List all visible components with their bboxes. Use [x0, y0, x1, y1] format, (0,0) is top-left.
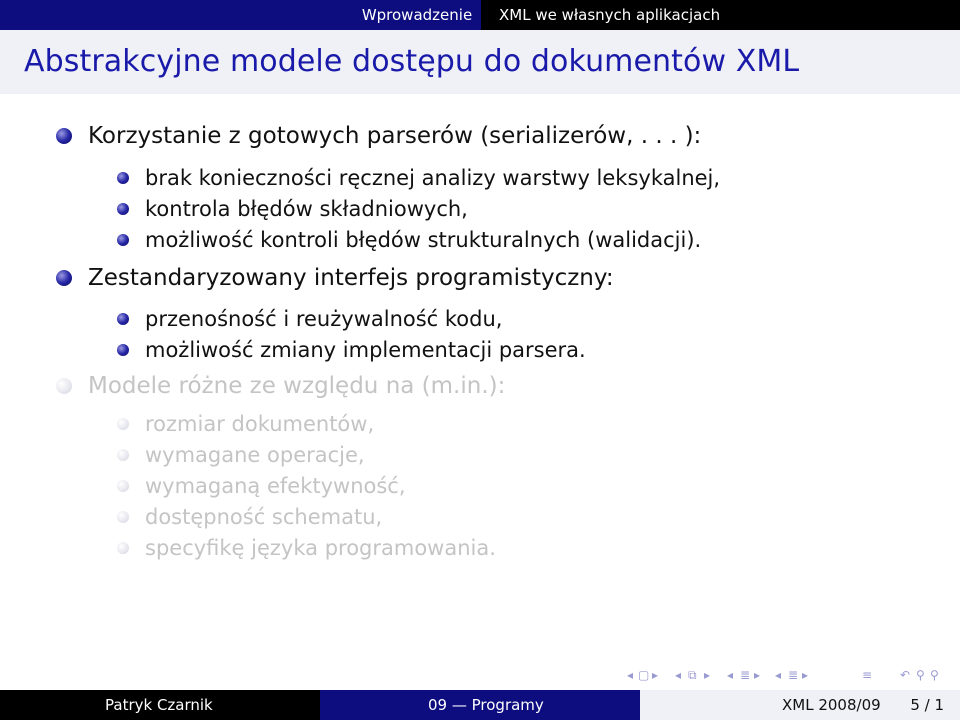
footer-page-number: 5 / 1: [910, 696, 944, 714]
back-arrow-icon[interactable]: ↶: [900, 668, 910, 682]
bullet-icon: [56, 270, 72, 286]
bullet-icon: [117, 511, 129, 523]
footer: Patryk Czarnik 09 — Programy XML 2008/09…: [0, 690, 960, 720]
appendix-icon[interactable]: ≡: [862, 668, 872, 682]
item-text: możliwość kontroli błędów strukturalnych…: [145, 228, 702, 252]
list-item: Zestandaryzowany interfejs programistycz…: [56, 265, 614, 291]
zoom-icon[interactable]: ⚲: [930, 668, 939, 682]
search-icon[interactable]: ⚲: [916, 668, 925, 682]
sub-list-item-dimmed: rozmiar dokumentów,: [117, 412, 375, 436]
bullet-icon: [117, 542, 129, 554]
bullet-icon: [56, 128, 72, 144]
bullet-icon: [117, 418, 129, 430]
footer-date: XML 2008/09: [782, 696, 881, 714]
nav-section-xml-apps[interactable]: XML we własnych aplikacjach: [481, 0, 960, 30]
nav-section-intro[interactable]: Wprowadzenie: [353, 0, 481, 30]
top-nav-bar: Wprowadzenie XML we własnych aplikacjach: [0, 0, 960, 30]
item-text: wymaganą efektywność,: [145, 474, 406, 498]
subsubsection-forward-icon[interactable]: ▸: [802, 668, 808, 682]
bullet-icon: [117, 344, 129, 356]
subsubsection-icon[interactable]: ≣: [788, 668, 798, 682]
item-text: przenośność i reużywalność kodu,: [145, 307, 503, 331]
bullet-icon: [117, 172, 129, 184]
footer-date-box: XML 2008/09 5 / 1: [640, 690, 960, 720]
footer-author: Patryk Czarnik: [105, 696, 213, 714]
frame-title: Abstrakcyjne modele dostępu do dokumentó…: [24, 44, 800, 79]
footer-author-box: Patryk Czarnik: [0, 690, 320, 720]
item-text: specyfikę języka programowania.: [145, 536, 496, 560]
frame-forward-icon[interactable]: ▸: [652, 668, 658, 682]
sub-list-item: brak konieczności ręcznej analizy warstw…: [117, 166, 721, 190]
frame-back-icon[interactable]: ◂: [627, 668, 633, 682]
item-text: Korzystanie z gotowych parserów (seriali…: [88, 123, 702, 149]
sub-list-item: przenośność i reużywalność kodu,: [117, 307, 503, 331]
bullet-icon: [56, 378, 72, 394]
item-text: brak konieczności ręcznej analizy warstw…: [145, 166, 721, 190]
sub-list-item-dimmed: wymaganą efektywność,: [117, 474, 406, 498]
sub-list-item: możliwość zmiany implementacji parsera.: [117, 338, 586, 362]
sub-list-item-dimmed: specyfikę języka programowania.: [117, 536, 496, 560]
item-text: Modele różne ze względu na (m.in.):: [88, 373, 506, 399]
footer-talk-box: 09 — Programy: [320, 690, 640, 720]
list-item: Korzystanie z gotowych parserów (seriali…: [56, 123, 702, 149]
item-text: możliwość zmiany implementacji parsera.: [145, 338, 586, 362]
bullet-icon: [117, 203, 129, 215]
sub-list-item: kontrola błędów składniowych,: [117, 197, 468, 221]
item-text: Zestandaryzowany interfejs programistycz…: [88, 265, 614, 291]
section-back-icon[interactable]: ◂: [727, 668, 733, 682]
subsection-back-icon[interactable]: ◂: [675, 668, 681, 682]
bullet-icon: [117, 449, 129, 461]
item-text: dostępność schematu,: [145, 505, 383, 529]
section-forward-icon[interactable]: ▸: [754, 668, 760, 682]
subsubsection-back-icon[interactable]: ◂: [775, 668, 781, 682]
item-text: kontrola błędów składniowych,: [145, 197, 468, 221]
section-icon[interactable]: ≣: [740, 668, 750, 682]
footer-talk-title: 09 — Programy: [428, 696, 544, 714]
subsection-icon[interactable]: ⧉: [688, 668, 697, 683]
sub-list-item: możliwość kontroli błędów strukturalnych…: [117, 228, 702, 252]
sub-list-item-dimmed: dostępność schematu,: [117, 505, 383, 529]
item-text: wymagane operacje,: [145, 443, 365, 467]
bullet-icon: [117, 480, 129, 492]
subsection-forward-icon[interactable]: ▸: [704, 668, 710, 682]
list-item-dimmed: Modele różne ze względu na (m.in.):: [56, 373, 506, 399]
bullet-icon: [117, 234, 129, 246]
frame-icon[interactable]: ▢: [638, 668, 649, 682]
sub-list-item-dimmed: wymagane operacje,: [117, 443, 365, 467]
bullet-icon: [117, 313, 129, 325]
item-text: rozmiar dokumentów,: [145, 412, 375, 436]
